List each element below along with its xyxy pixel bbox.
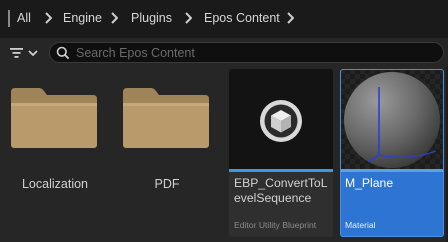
breadcrumb-item-epos-content[interactable]: Epos Content [204, 10, 280, 27]
filter-icon [10, 48, 23, 58]
filter-button[interactable] [8, 44, 42, 62]
folder-icon [11, 88, 97, 148]
asset-type-stripe [340, 169, 444, 172]
chevron-right-icon [111, 12, 118, 24]
asset-type-label: Editor Utility Blueprint [234, 220, 317, 230]
asset-name: M_Plane [345, 176, 394, 190]
chevron-right-icon[interactable] [287, 12, 294, 24]
blueprint-cube-icon [260, 100, 302, 142]
folder-icon [123, 88, 209, 148]
folder-localization[interactable]: Localization [3, 67, 107, 237]
folder-pdf[interactable]: PDF [115, 67, 219, 237]
chevron-down-icon [28, 50, 38, 57]
crumb-divider [7, 10, 12, 27]
folder-label: Localization [21, 177, 88, 191]
asset-thumbnail [340, 69, 444, 169]
asset-tile-m-plane[interactable]: M_Plane Material [340, 69, 444, 237]
asset-type-stripe [229, 169, 333, 172]
folder-label: PDF [154, 177, 180, 191]
asset-tile-ebp-convert[interactable]: EBP_ConvertToLevelSequence Editor Utilit… [229, 69, 333, 237]
search-icon [56, 46, 70, 60]
chevron-right-icon [185, 12, 192, 24]
chevron-right-icon [45, 12, 52, 24]
asset-type-label: Material [345, 220, 376, 230]
breadcrumb-item-all[interactable]: All [17, 10, 31, 27]
breadcrumb-item-engine[interactable]: Engine [63, 10, 102, 27]
search-box[interactable] [49, 42, 444, 63]
search-input[interactable] [76, 44, 436, 61]
material-sphere-icon [340, 69, 444, 169]
breadcrumb-item-plugins[interactable]: Plugins [131, 10, 172, 27]
asset-name: EBP_ConvertToLevelSequence [234, 176, 328, 205]
asset-thumbnail [229, 69, 333, 169]
